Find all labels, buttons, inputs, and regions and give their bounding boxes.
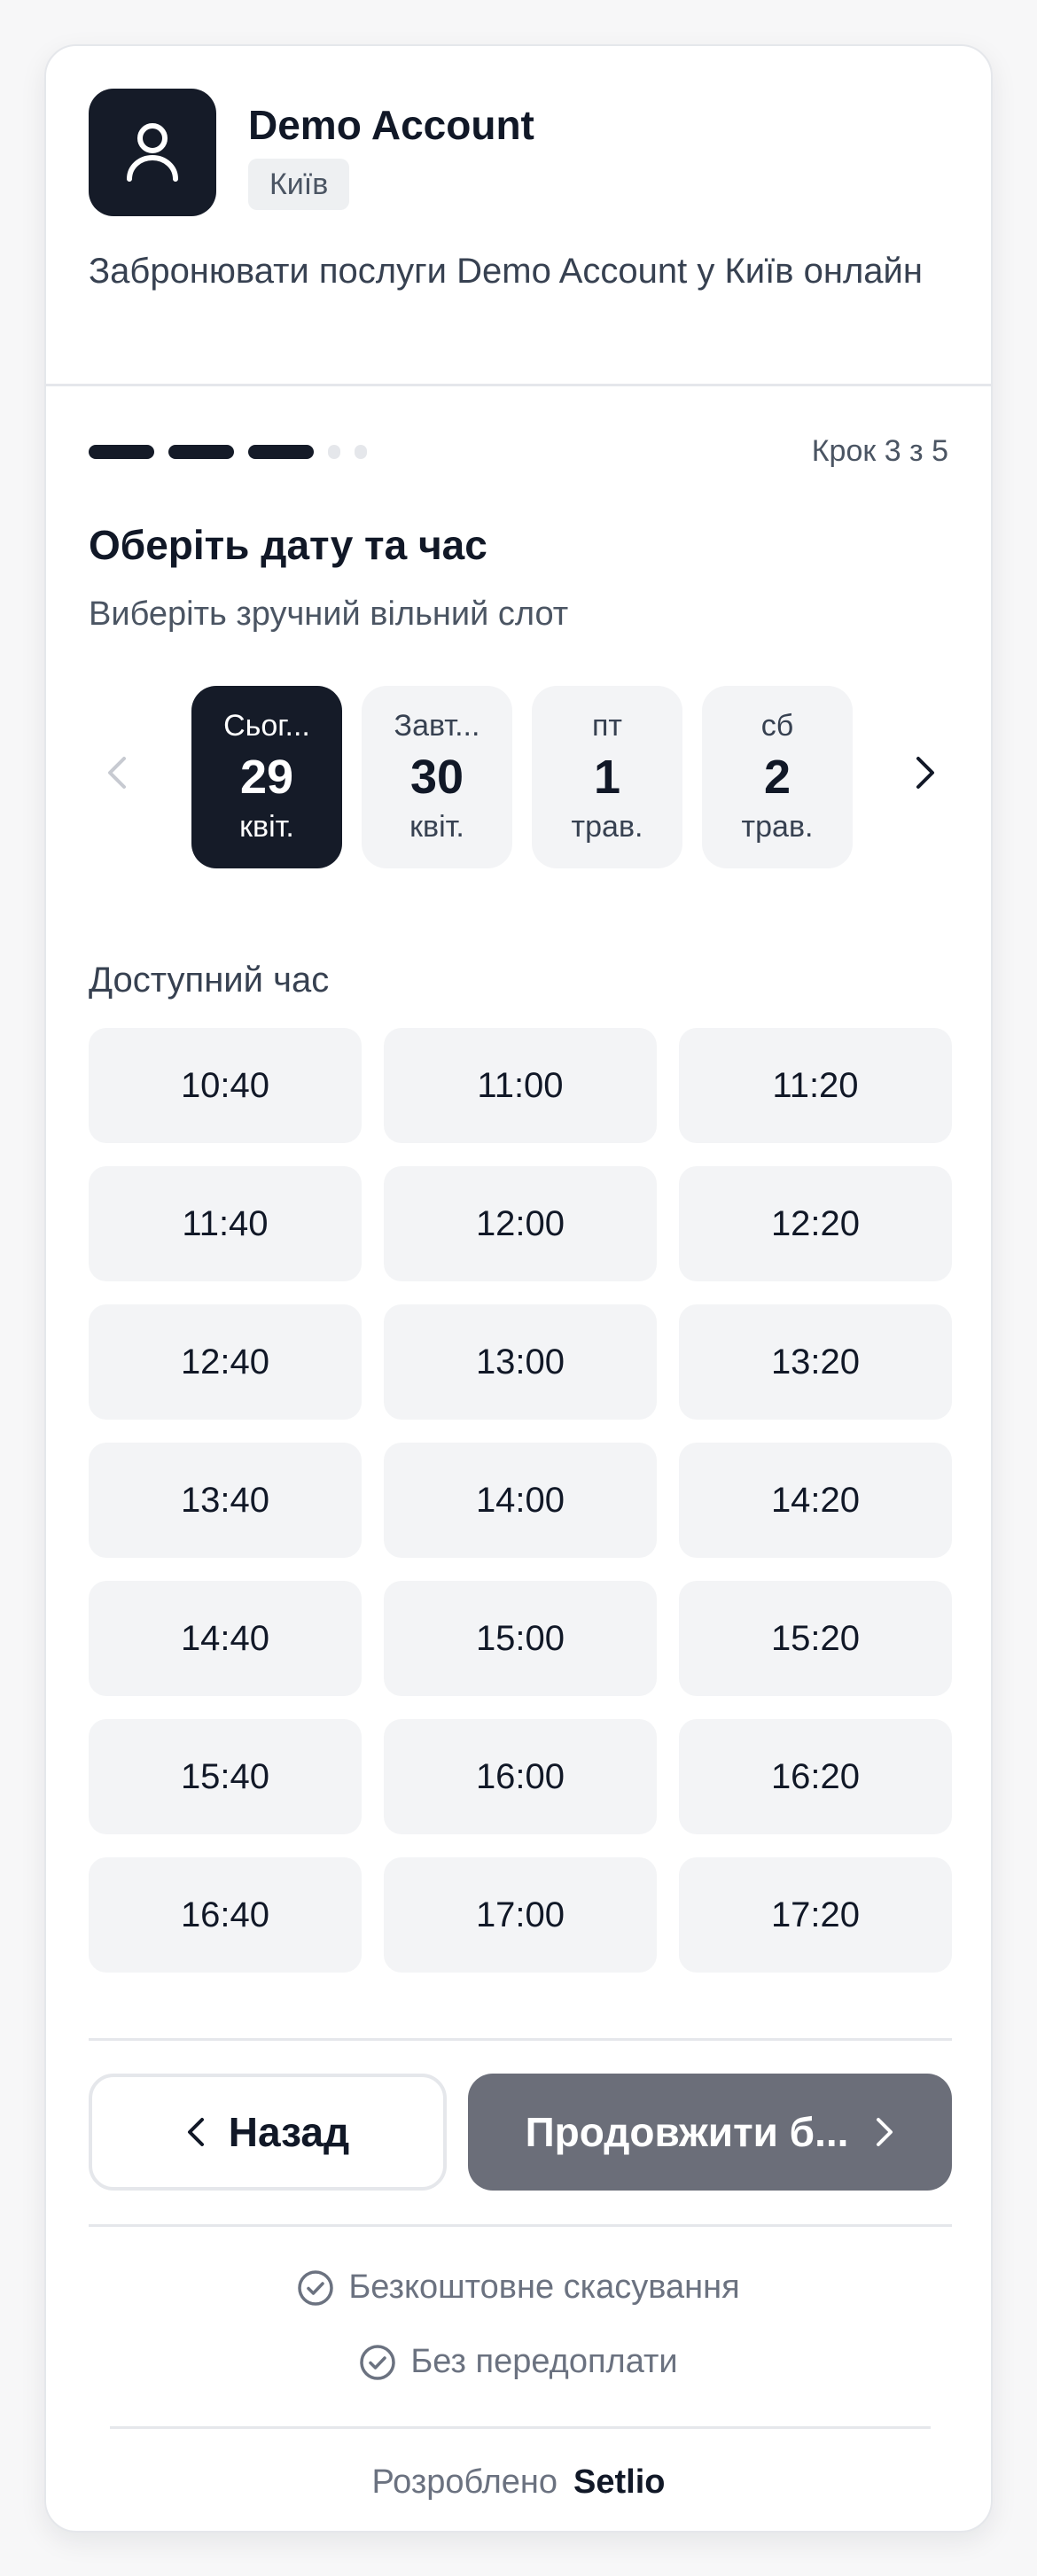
time-slot[interactable]: 13:40 [89,1443,362,1558]
time-slot[interactable]: 11:00 [384,1028,657,1143]
date-day: 1 [593,751,621,804]
date-day: 2 [763,751,791,804]
progress-segment [168,445,234,459]
time-slot[interactable]: 13:00 [384,1304,657,1420]
step-title: Оберіть дату та час [89,522,487,568]
time-slot[interactable]: 15:00 [384,1581,657,1696]
time-slot[interactable]: 16:20 [679,1719,952,1834]
powered-by-footer: Розроблено Setlio [46,2463,991,2502]
back-button-label: Назад [228,2109,350,2155]
business-name: Demo Account [248,102,534,148]
back-button[interactable]: Назад [89,2074,447,2191]
date-weekday: Завт... [394,709,480,743]
available-time-label: Доступний час [89,961,330,1000]
check-circle-icon [298,2269,334,2306]
progress-segment [355,445,367,459]
step-subtitle: Виберіть зручний вільний слот [89,595,569,633]
divider [89,2224,952,2227]
feature-label: Безкоштовне скасування [348,2269,740,2306]
date-chip-2[interactable]: пт 1 трав. [532,686,682,868]
business-tagline: Забронювати послуги Demo Account у Київ … [89,252,923,291]
step-counter: Крок 3 з 5 [811,434,948,468]
divider [110,2426,931,2429]
date-day: 30 [409,751,464,804]
time-slot[interactable]: 14:20 [679,1443,952,1558]
prev-dates-button[interactable] [90,746,144,799]
check-circle-icon [360,2344,396,2380]
next-dates-button[interactable] [899,746,952,799]
time-slot[interactable]: 14:40 [89,1581,362,1696]
user-icon [127,123,178,182]
time-slot[interactable]: 10:40 [89,1028,362,1143]
step-progress [89,443,367,461]
progress-segment [248,445,314,459]
time-slot[interactable]: 16:40 [89,1857,362,1973]
time-slot[interactable]: 12:40 [89,1304,362,1420]
time-slot[interactable]: 15:20 [679,1581,952,1696]
date-weekday: пт [592,709,622,743]
date-weekday: сб [760,709,794,743]
date-month: квіт. [239,810,294,844]
brand-link[interactable]: Setlio [573,2463,665,2502]
continue-button-label: Продовжити б... [525,2109,849,2155]
divider [89,2038,952,2041]
time-slot[interactable]: 17:20 [679,1857,952,1973]
date-chip-0[interactable]: Сьог... 29 квіт. [191,686,342,868]
time-slot[interactable]: 15:40 [89,1719,362,1834]
continue-button[interactable]: Продовжити б... [468,2074,952,2191]
time-slot[interactable]: 17:00 [384,1857,657,1973]
city-badge: Київ [248,159,350,210]
progress-segment [89,445,154,459]
feature-free-cancellation: Безкоштовне скасування [46,2269,991,2307]
time-slot-grid: 10:40 11:00 11:20 11:40 12:00 12:20 12:4… [89,1028,952,1973]
time-slot[interactable]: 16:00 [384,1719,657,1834]
time-slot[interactable]: 14:00 [384,1443,657,1558]
progress-segment [328,445,340,459]
powered-by-prefix: Розроблено [371,2463,558,2501]
date-chip-1[interactable]: Завт... 30 квіт. [362,686,512,868]
time-slot[interactable]: 11:40 [89,1166,362,1281]
date-day: 29 [239,751,294,804]
time-slot[interactable]: 11:20 [679,1028,952,1143]
date-month: квіт. [409,810,464,844]
feature-label: Без передоплати [410,2343,678,2380]
booking-card: Demo Account Київ Забронювати послуги De… [44,44,993,2533]
time-slot[interactable]: 12:00 [384,1166,657,1281]
date-month: трав. [571,810,643,844]
chevron-left-icon [108,757,126,789]
business-avatar [89,89,216,216]
business-header: Demo Account Київ Забронювати послуги De… [46,46,991,386]
date-weekday: Сьог... [223,709,310,743]
date-month: трав. [741,810,814,844]
date-chip-3[interactable]: сб 2 трав. [702,686,853,868]
chevron-right-icon [877,2118,893,2146]
time-slot[interactable]: 12:20 [679,1166,952,1281]
chevron-left-icon [187,2118,204,2146]
time-slot[interactable]: 13:20 [679,1304,952,1420]
feature-no-prepayment: Без передоплати [46,2343,991,2381]
chevron-right-icon [916,757,934,789]
